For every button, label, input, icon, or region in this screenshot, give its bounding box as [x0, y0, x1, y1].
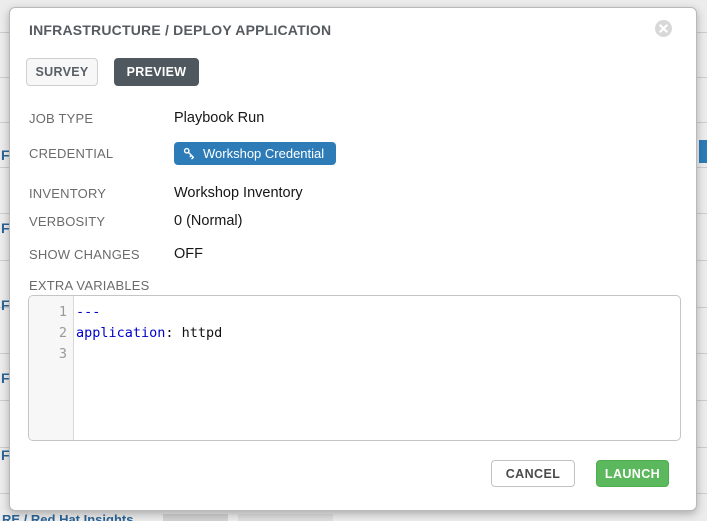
credential-badge-label: Workshop Credential [203, 146, 324, 161]
bg-chip-fragment [163, 514, 228, 521]
tab-preview[interactable]: PREVIEW [114, 58, 199, 86]
editor-line-3: 3 [29, 344, 680, 365]
line-number: 3 [29, 344, 67, 365]
extra-variables-label: EXTRA VARIABLES [29, 278, 150, 293]
show-changes-label: SHOW CHANGES [29, 247, 140, 262]
key-icon [183, 147, 196, 160]
credential-label: CREDENTIAL [29, 146, 113, 161]
modal-title: INFRASTRUCTURE / DEPLOY APPLICATION [29, 22, 331, 38]
line-number: 1 [29, 302, 67, 323]
credential-badge[interactable]: Workshop Credential [174, 142, 336, 165]
bg-bottom-row-fragment: RE / Red Hat Insights [0, 512, 707, 521]
code-text: --- [67, 302, 100, 323]
show-changes-value: OFF [174, 246, 203, 262]
bg-bottom-link-fragment: RE / Red Hat Insights [2, 512, 133, 521]
deploy-application-modal: INFRASTRUCTURE / DEPLOY APPLICATION SURV… [9, 7, 697, 511]
job-type-value: Playbook Run [174, 110, 264, 126]
launch-button[interactable]: LAUNCH [596, 460, 669, 487]
bg-chip-fragment [238, 514, 333, 521]
close-icon[interactable] [655, 20, 672, 37]
line-number: 2 [29, 323, 67, 344]
inventory-value: Workshop Inventory [174, 185, 303, 201]
editor-lines: 1 --- 2 application: httpd 3 [29, 302, 680, 365]
verbosity-value: 0 (Normal) [174, 213, 242, 229]
editor-line-1: 1 --- [29, 302, 680, 323]
job-type-label: JOB TYPE [29, 111, 93, 126]
inventory-label: INVENTORY [29, 186, 106, 201]
verbosity-label: VERBOSITY [29, 214, 105, 229]
modal-tabs: SURVEY PREVIEW [26, 58, 199, 86]
extra-variables-editor[interactable]: 1 --- 2 application: httpd 3 [28, 295, 681, 441]
code-text [67, 344, 76, 365]
tab-survey[interactable]: SURVEY [26, 58, 98, 86]
bg-blue-cell-fragment [699, 140, 707, 163]
cancel-button[interactable]: CANCEL [491, 460, 575, 487]
code-text: application: httpd [67, 323, 222, 344]
editor-line-2: 2 application: httpd [29, 323, 680, 344]
